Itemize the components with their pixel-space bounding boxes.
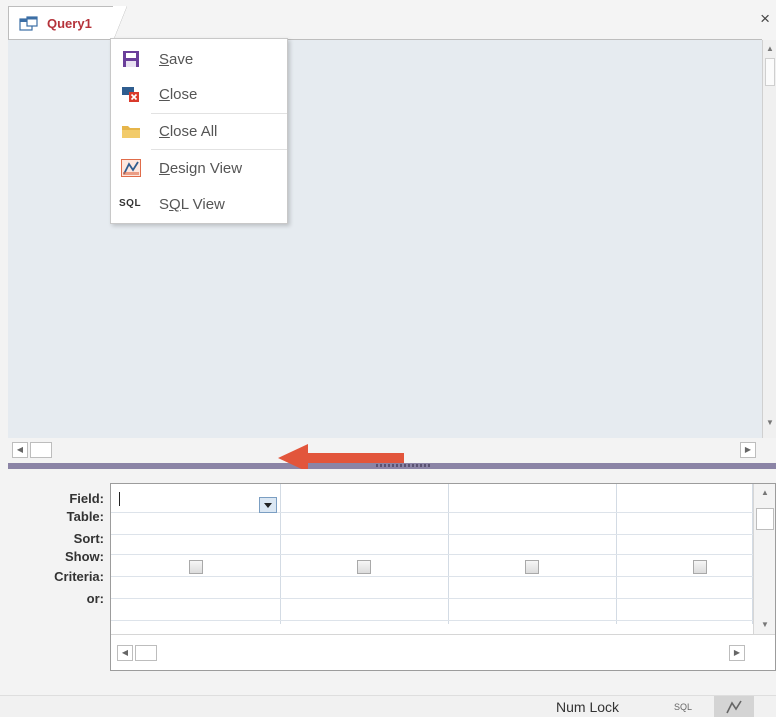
tab-title: Query1 bbox=[47, 16, 92, 31]
num-lock-indicator: Num Lock bbox=[556, 699, 620, 715]
query-design-window: Query1 × ▲ ▼ Save Close Close All Design… bbox=[0, 0, 776, 717]
close-object-icon bbox=[122, 87, 139, 102]
tab-context-menu: Save Close Close All Design View SQL SQL… bbox=[110, 38, 288, 224]
query-design-grid-pane: Field: Table: Sort: Show: Criteria: or: bbox=[0, 469, 776, 689]
row-label-sort: Sort: bbox=[73, 531, 104, 546]
upper-hscroll-thumb[interactable] bbox=[30, 442, 52, 458]
design-view-icon bbox=[726, 700, 742, 714]
grid-scroll-right-icon[interactable]: ▶ bbox=[729, 645, 745, 661]
design-view-status-button[interactable] bbox=[714, 696, 754, 717]
grid-vscroll-thumb[interactable] bbox=[756, 508, 774, 530]
show-checkbox-1[interactable] bbox=[189, 560, 203, 574]
scroll-up-icon[interactable]: ▲ bbox=[766, 44, 774, 53]
close-tab-icon[interactable]: × bbox=[760, 9, 770, 29]
folder-icon bbox=[122, 126, 140, 138]
status-bar: Num Lock SQL bbox=[0, 695, 776, 717]
upper-vscroll-thumb[interactable] bbox=[765, 58, 775, 86]
menu-item-close[interactable]: Close bbox=[111, 77, 287, 111]
grid-scroll-down-icon[interactable]: ▼ bbox=[761, 620, 769, 629]
grid-horizontal-scrollbar[interactable]: ◀ ▶ bbox=[111, 634, 775, 670]
query-grid[interactable]: ▲ ▼ ◀ ▶ bbox=[110, 483, 776, 671]
field-text-caret bbox=[119, 492, 120, 506]
menu-item-label: Close bbox=[159, 86, 198, 103]
grid-scroll-up-icon[interactable]: ▲ bbox=[761, 488, 769, 497]
grid-row-divider bbox=[111, 620, 753, 621]
grid-scroll-left-icon[interactable]: ◀ bbox=[117, 645, 133, 661]
menu-separator bbox=[151, 149, 287, 150]
menu-item-label: Design View bbox=[159, 160, 243, 177]
grid-row-divider bbox=[111, 554, 753, 555]
show-checkbox-4[interactable] bbox=[693, 560, 707, 574]
row-label-table: Table: bbox=[66, 509, 104, 524]
document-tab-strip: Query1 × bbox=[0, 0, 776, 41]
menu-item-save[interactable]: Save bbox=[111, 42, 287, 76]
sql-view-status-button[interactable]: SQL bbox=[674, 702, 692, 712]
sql-icon: SQL bbox=[119, 198, 142, 209]
design-view-icon bbox=[121, 159, 141, 177]
menu-item-sql-view[interactable]: SQL SQL View bbox=[111, 187, 287, 221]
scroll-left-icon[interactable]: ◀ bbox=[12, 442, 28, 458]
query1-tab[interactable]: Query1 bbox=[8, 6, 127, 41]
grid-row-divider bbox=[111, 576, 753, 577]
row-label-show: Show: bbox=[65, 549, 104, 564]
scroll-right-icon[interactable]: ▶ bbox=[740, 442, 756, 458]
show-checkbox-3[interactable] bbox=[525, 560, 539, 574]
field-dropdown-button[interactable] bbox=[259, 497, 277, 513]
grid-row-divider bbox=[111, 534, 753, 535]
save-icon bbox=[123, 51, 139, 67]
row-label-or: or: bbox=[86, 591, 104, 606]
menu-item-label: Close All bbox=[159, 123, 218, 140]
row-label-criteria: Criteria: bbox=[54, 569, 104, 584]
row-label-field: Field: bbox=[69, 491, 104, 506]
menu-item-close-all[interactable]: Close All bbox=[111, 114, 287, 148]
show-checkbox-2[interactable] bbox=[357, 560, 371, 574]
scroll-down-icon[interactable]: ▼ bbox=[766, 418, 774, 427]
menu-item-label: SQL View bbox=[159, 196, 225, 213]
grid-vertical-scrollbar[interactable]: ▲ ▼ bbox=[753, 484, 775, 634]
menu-item-label: Save bbox=[159, 51, 194, 68]
grid-row-divider bbox=[111, 512, 753, 513]
upper-vertical-scrollbar[interactable]: ▲ ▼ bbox=[762, 40, 776, 438]
menu-item-design-view[interactable]: Design View bbox=[111, 151, 287, 185]
grid-hscroll-thumb[interactable] bbox=[135, 645, 157, 661]
query-icon bbox=[19, 16, 38, 31]
annotation-arrow-left-icon bbox=[278, 444, 404, 472]
grid-row-divider bbox=[111, 598, 753, 599]
